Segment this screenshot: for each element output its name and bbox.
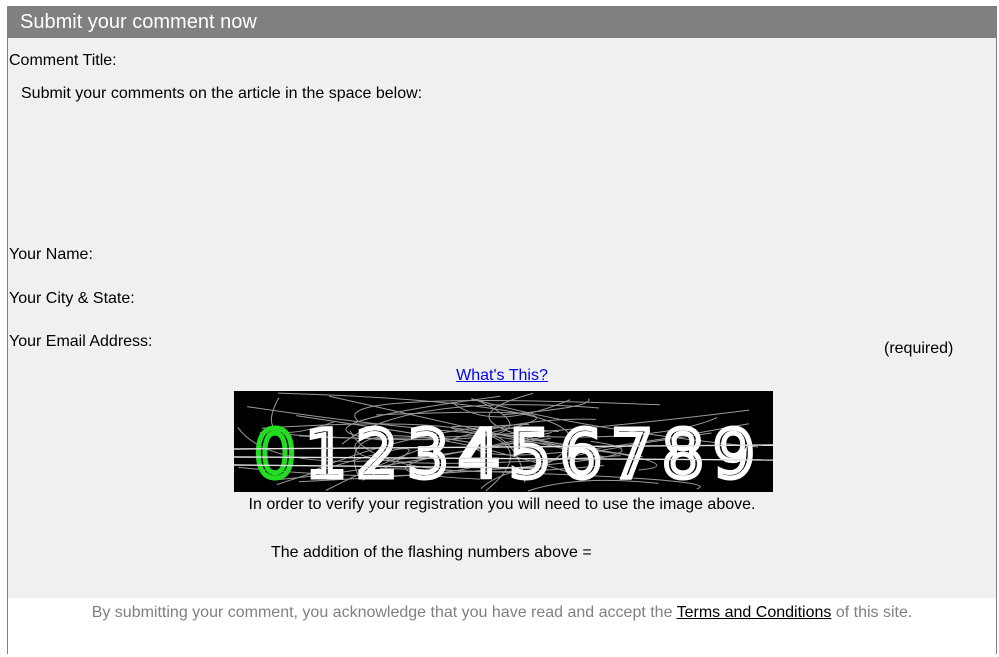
captcha-image: 0123456789 — [234, 391, 773, 492]
captcha-digit-6: 6 — [560, 416, 602, 492]
captcha-digit-3: 3 — [407, 416, 449, 492]
captcha-digit-5: 5 — [509, 416, 551, 492]
whats-this-container: What's This? — [8, 366, 996, 386]
terms-footer: By submitting your comment, you acknowle… — [8, 598, 996, 654]
verify-instruction: In order to verify your registration you… — [248, 496, 756, 513]
comment-form-panel: Submit your comment now Comment Title: S… — [7, 6, 997, 654]
captcha-graphic: 0123456789 — [234, 392, 773, 492]
city-label: Your City & State: — [9, 290, 135, 307]
captcha-digit-7: 7 — [611, 416, 653, 492]
terms-and-conditions-link[interactable]: Terms and Conditions — [677, 604, 832, 621]
footer-text-before: By submitting your comment, you acknowle… — [91, 604, 673, 621]
captcha-digit-9: 9 — [713, 416, 755, 492]
footer-text-after: of this site. — [835, 604, 913, 621]
captcha-digit-8: 8 — [662, 416, 704, 492]
comment-title-label: Comment Title: — [9, 52, 117, 69]
captcha-digit-1: 1 — [305, 416, 347, 492]
email-required-note: (required) — [884, 340, 954, 357]
form-header: Submit your comment now — [8, 7, 996, 38]
addition-label: The addition of the flashing numbers abo… — [271, 544, 592, 561]
captcha-digit-2: 2 — [356, 416, 398, 492]
email-label: Your Email Address: — [9, 333, 153, 350]
comment-body-label: Submit your comments on the article in t… — [21, 85, 423, 102]
captcha-digit-0: 0 — [254, 416, 296, 492]
captcha-digit-4: 4 — [458, 416, 500, 492]
name-label: Your Name: — [9, 246, 93, 263]
whats-this-link[interactable]: What's This? — [456, 367, 548, 384]
